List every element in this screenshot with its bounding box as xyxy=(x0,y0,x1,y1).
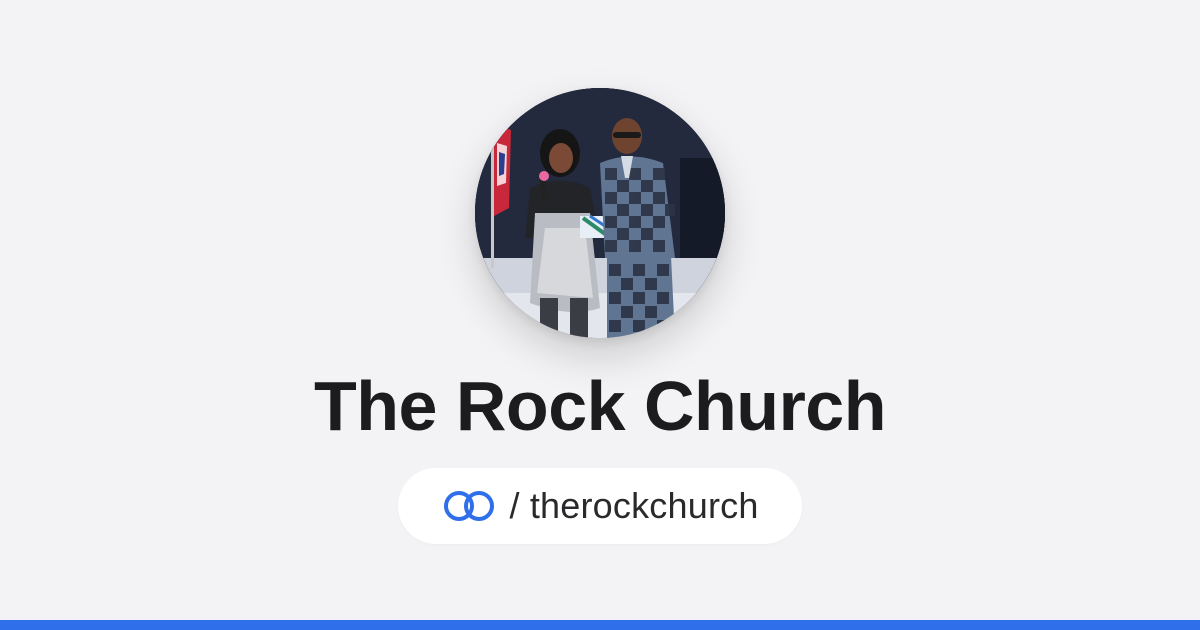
profile-link-pill[interactable]: / therockchurch xyxy=(398,468,802,544)
avatar-photo xyxy=(475,88,725,338)
profile-handle: / therockchurch xyxy=(509,485,759,526)
linked-rings-icon xyxy=(444,491,495,521)
profile-avatar xyxy=(475,88,725,338)
accent-bar xyxy=(0,620,1200,630)
page-title: The Rock Church xyxy=(313,367,887,445)
